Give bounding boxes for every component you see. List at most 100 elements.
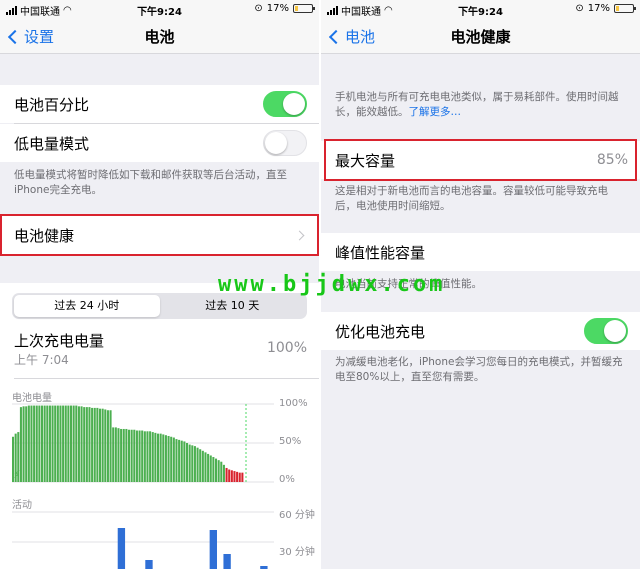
activity-bar (223, 554, 231, 569)
battery-bar (54, 405, 57, 482)
battery-bar (241, 472, 244, 482)
battery-bar (215, 458, 218, 482)
battery-bar (238, 472, 241, 482)
segment-24h[interactable]: 过去 24 小时 (14, 295, 160, 317)
battery-bar (130, 429, 133, 482)
battery-bar (159, 433, 162, 482)
battery-bar (138, 430, 141, 482)
battery-bar (72, 405, 75, 482)
max-capacity-label: 最大容量 (335, 151, 396, 170)
watermark: www.bjjdwx.com (218, 272, 446, 297)
low-power-row: 低电量模式 (0, 124, 319, 162)
battery-bar (201, 450, 204, 482)
battery-bar (196, 447, 199, 482)
battery-bar (164, 435, 167, 482)
battery-bar (99, 408, 102, 482)
battery-bar (217, 460, 220, 482)
battery-bar (93, 407, 96, 482)
page-title: 电池 (144, 28, 175, 46)
peak-performance-label: 峰值性能容量 (335, 243, 426, 262)
battery-bar (207, 453, 210, 482)
battery-bar (135, 430, 138, 482)
battery-bar (59, 405, 62, 482)
battery-bar (104, 409, 107, 482)
battery-bar (33, 405, 36, 482)
divider (14, 378, 319, 379)
battery-bar (43, 405, 46, 482)
battery-bar (27, 405, 30, 482)
activity-bar (117, 528, 126, 569)
battery-bar (209, 455, 212, 482)
segment-10d[interactable]: 过去 10 天 (160, 295, 306, 317)
optimized-charging-label: 优化电池充电 (335, 322, 426, 341)
battery-bar (170, 436, 173, 482)
battery-bar (178, 439, 181, 482)
battery-bar (122, 428, 125, 482)
low-power-toggle[interactable] (263, 130, 307, 156)
battery-bar (117, 428, 120, 482)
battery-bar (172, 437, 175, 482)
battery-level-chart: ⚡ (12, 403, 274, 483)
intro-text: 手机电池与所有可充电电池类似，属于易耗部件。使用时间越长，能效越低。了解更多… (335, 90, 628, 120)
orientation-lock-icon: ⊙ (575, 3, 584, 14)
activity-bar (145, 560, 153, 569)
activity-tick-60: 60 分钟 (279, 510, 315, 521)
navigation-bar: 设置 电池 (0, 18, 319, 54)
battery-bar (149, 431, 152, 482)
battery-bar (128, 429, 131, 482)
battery-icon (614, 4, 636, 13)
battery-bar (114, 427, 117, 482)
battery-bar (154, 432, 157, 482)
battery-bar (96, 407, 99, 482)
optimized-charging-toggle[interactable] (584, 318, 628, 344)
battery-bar (48, 405, 51, 482)
battery-bar (35, 405, 38, 482)
battery-bar (120, 428, 123, 482)
max-capacity-row: 最大容量 85% (321, 141, 640, 179)
activity-bar (209, 530, 217, 569)
battery-bar (212, 457, 215, 482)
battery-bar (228, 469, 231, 482)
optimized-charging-footer: 为减缓电池老化，iPhone会学习您每日的充电模式，并暂缓充电至80%以上，直至… (335, 356, 623, 383)
battery-bar (67, 405, 70, 482)
battery-bar (186, 443, 189, 482)
battery-bar (151, 432, 154, 482)
battery-bar (64, 405, 67, 482)
battery-bar (162, 434, 165, 482)
battery-bar (56, 405, 59, 482)
battery-bar (225, 467, 228, 482)
battery-health-label: 电池健康 (14, 226, 75, 245)
battery-bar (175, 439, 178, 482)
charging-bolt-icon: ⚡ (13, 468, 21, 481)
optimized-charging-row: 优化电池充电 (321, 312, 640, 350)
battery-bar (141, 430, 144, 482)
activity-tick-30: 30 分钟 (279, 547, 315, 558)
last-charge-label: 上次充电电量 (14, 332, 105, 350)
activity-label: 活动 (12, 500, 32, 511)
battery-percent: 17% (587, 3, 610, 14)
battery-bar (191, 445, 194, 482)
low-power-label: 低电量模式 (14, 134, 90, 153)
orientation-lock-icon: ⊙ (254, 3, 263, 14)
battery-bar (46, 405, 49, 482)
learn-more-link[interactable]: 了解更多… (409, 106, 462, 118)
battery-bar (75, 405, 78, 482)
battery-bar (83, 407, 86, 482)
battery-bar (180, 440, 183, 482)
intro-body: 手机电池与所有可充电电池类似，属于易耗部件。使用时间越长，能效越低。 (335, 91, 619, 118)
battery-bar (183, 441, 186, 482)
battery-bar (167, 435, 170, 482)
battery-bar (25, 406, 28, 482)
battery-bar (193, 446, 196, 482)
battery-bar (80, 406, 83, 482)
battery-bar (146, 431, 149, 482)
battery-bar (101, 408, 104, 482)
battery-bar (112, 427, 115, 482)
battery-percentage-toggle[interactable] (263, 91, 307, 117)
battery-bar (70, 405, 73, 482)
battery-bar (188, 444, 191, 482)
battery-bar (41, 405, 44, 482)
last-charge-value: 100% (266, 340, 307, 356)
battery-health-row[interactable]: 电池健康 (0, 216, 319, 254)
battery-tick-100: 100% (279, 398, 308, 409)
